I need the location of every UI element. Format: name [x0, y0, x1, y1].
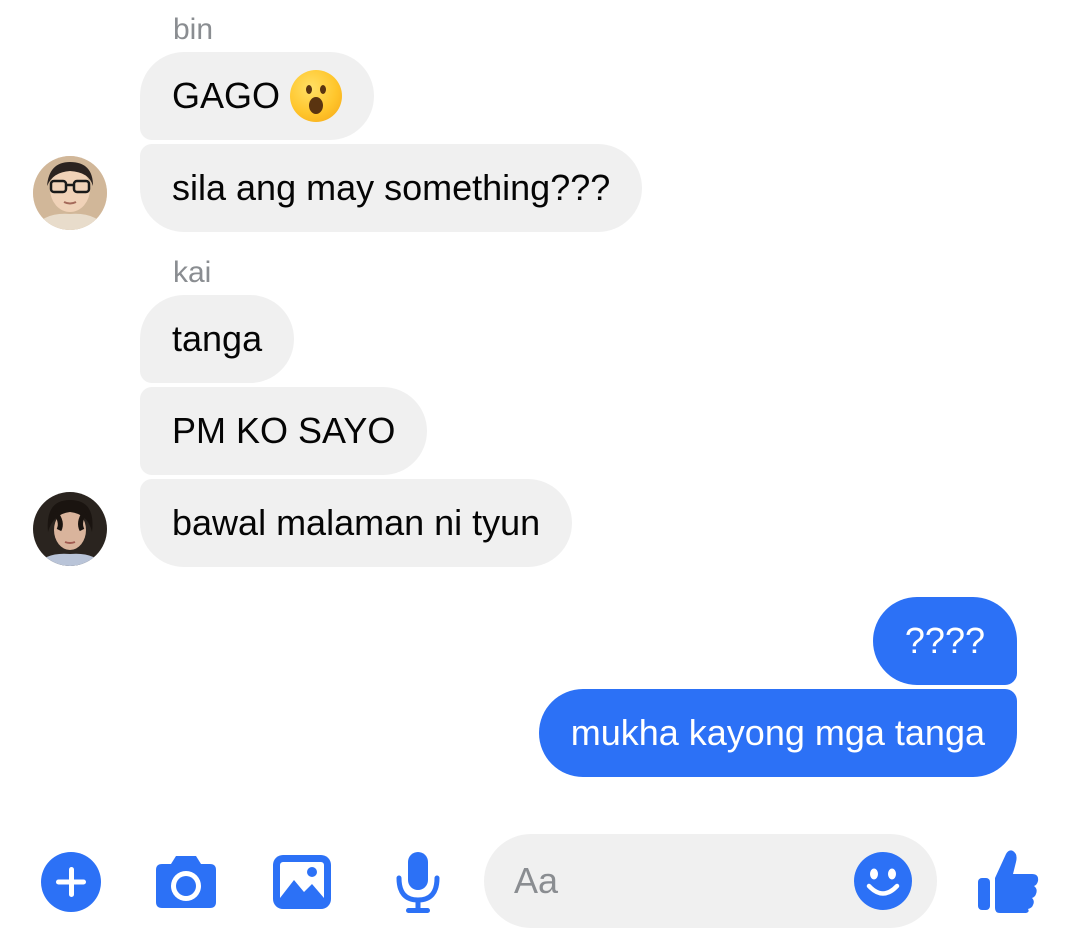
message-text: GAGO: [172, 75, 281, 116]
avatar-kai-image: [33, 492, 107, 566]
camera-icon[interactable]: [154, 852, 218, 910]
message-text: ????: [904, 620, 985, 661]
message-input[interactable]: [514, 834, 844, 928]
message-bubble-incoming[interactable]: GAGO: [140, 52, 375, 140]
message-bubble-incoming[interactable]: PM KO SAYO: [140, 387, 428, 475]
message-bubble-outgoing[interactable]: ????: [872, 597, 1017, 685]
message-input-box[interactable]: [484, 834, 937, 928]
message-bubble-incoming[interactable]: bawal malaman ni tyun: [140, 479, 573, 567]
message-text: sila ang may something???: [172, 167, 611, 208]
plus-icon[interactable]: [40, 851, 102, 913]
message-text: tanga: [172, 318, 263, 359]
avatar-bin[interactable]: [33, 156, 107, 230]
emoji-icon[interactable]: [853, 851, 913, 911]
message-bubble-incoming[interactable]: tanga: [140, 295, 295, 383]
message-bubble-incoming[interactable]: sila ang may something???: [140, 144, 643, 232]
gallery-icon[interactable]: [272, 854, 332, 910]
microphone-icon[interactable]: [394, 850, 442, 914]
sender-name: kai: [173, 256, 212, 289]
message-bubble-outgoing[interactable]: mukha kayong mga tanga: [538, 689, 1017, 777]
message-text: bawal malaman ni tyun: [172, 502, 541, 543]
astonished-face-emoji-icon: [290, 70, 343, 122]
message-composer: [0, 830, 1080, 940]
avatar-bin-image: [33, 156, 107, 230]
sender-name: bin: [173, 13, 214, 46]
message-text: mukha kayong mga tanga: [570, 712, 985, 753]
thumbs-up-icon[interactable]: [976, 848, 1040, 914]
chat-screen: bin GAGO sila ang may something??? kai t…: [0, 0, 1080, 949]
message-text: PM KO SAYO: [172, 410, 396, 451]
avatar-kai[interactable]: [33, 492, 107, 566]
